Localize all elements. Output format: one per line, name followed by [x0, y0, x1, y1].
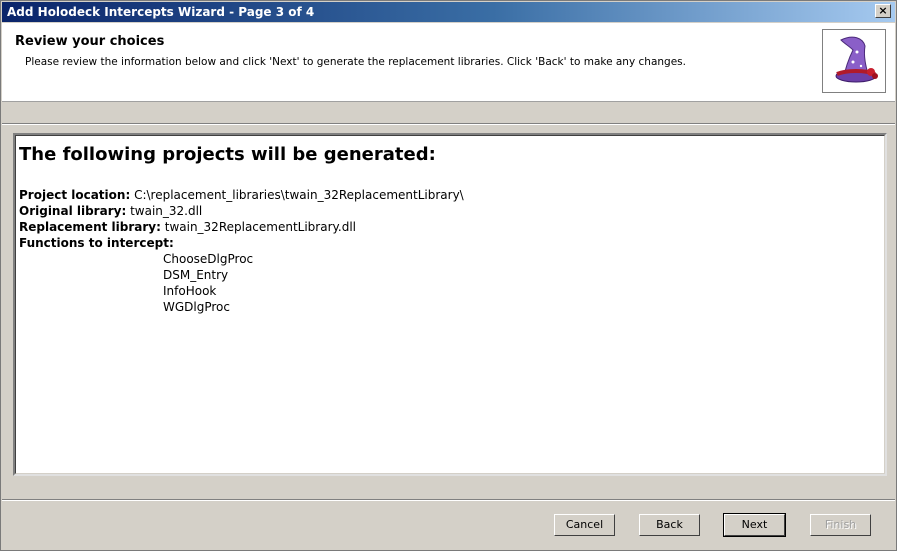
- wizard-window: Add Holodeck Intercepts Wizard - Page 3 …: [0, 0, 897, 551]
- replacement-library-value: twain_32ReplacementLibrary.dll: [164, 220, 357, 234]
- footer-separator: [2, 499, 895, 501]
- wizard-header: Review your choices Please review the in…: [2, 23, 895, 102]
- cancel-button[interactable]: Cancel: [554, 514, 615, 536]
- wizard-hat-icon: [835, 36, 878, 83]
- original-library-value: twain_32.dll: [130, 204, 203, 218]
- project-location-row: Project location: C:\replacement_librari…: [19, 188, 464, 202]
- summary-heading: The following projects will be generated…: [19, 144, 436, 165]
- wizard-hat-logo: [822, 29, 886, 93]
- function-item: InfoHook: [163, 284, 217, 298]
- next-button[interactable]: Next: [723, 513, 786, 537]
- page-title: Review your choices: [15, 34, 165, 49]
- title-bar[interactable]: Add Holodeck Intercepts Wizard - Page 3 …: [2, 2, 895, 22]
- close-icon: ×: [878, 4, 888, 17]
- header-separator: [2, 123, 895, 125]
- project-location-label: Project location:: [19, 188, 131, 202]
- functions-row: Functions to intercept:: [19, 236, 174, 250]
- function-item: ChooseDlgProc: [163, 252, 254, 266]
- function-item: DSM_Entry: [163, 268, 229, 282]
- functions-label: Functions to intercept:: [19, 236, 174, 250]
- close-button[interactable]: ×: [875, 4, 891, 18]
- window-title: Add Holodeck Intercepts Wizard - Page 3 …: [7, 5, 315, 19]
- summary-content: The following projects will be generated…: [15, 135, 885, 474]
- back-button[interactable]: Back: [639, 514, 700, 536]
- replacement-library-row: Replacement library: twain_32Replacement…: [19, 220, 356, 234]
- summary-panel: The following projects will be generated…: [13, 133, 887, 476]
- finish-button[interactable]: Finish: [810, 514, 871, 536]
- project-location-value: C:\replacement_libraries\twain_32Replace…: [134, 188, 464, 202]
- function-item: WGDlgProc: [163, 300, 230, 314]
- replacement-library-label: Replacement library:: [19, 220, 161, 234]
- original-library-row: Original library: twain_32.dll: [19, 204, 202, 218]
- original-library-label: Original library:: [19, 204, 127, 218]
- page-subtitle: Please review the information below and …: [25, 56, 686, 68]
